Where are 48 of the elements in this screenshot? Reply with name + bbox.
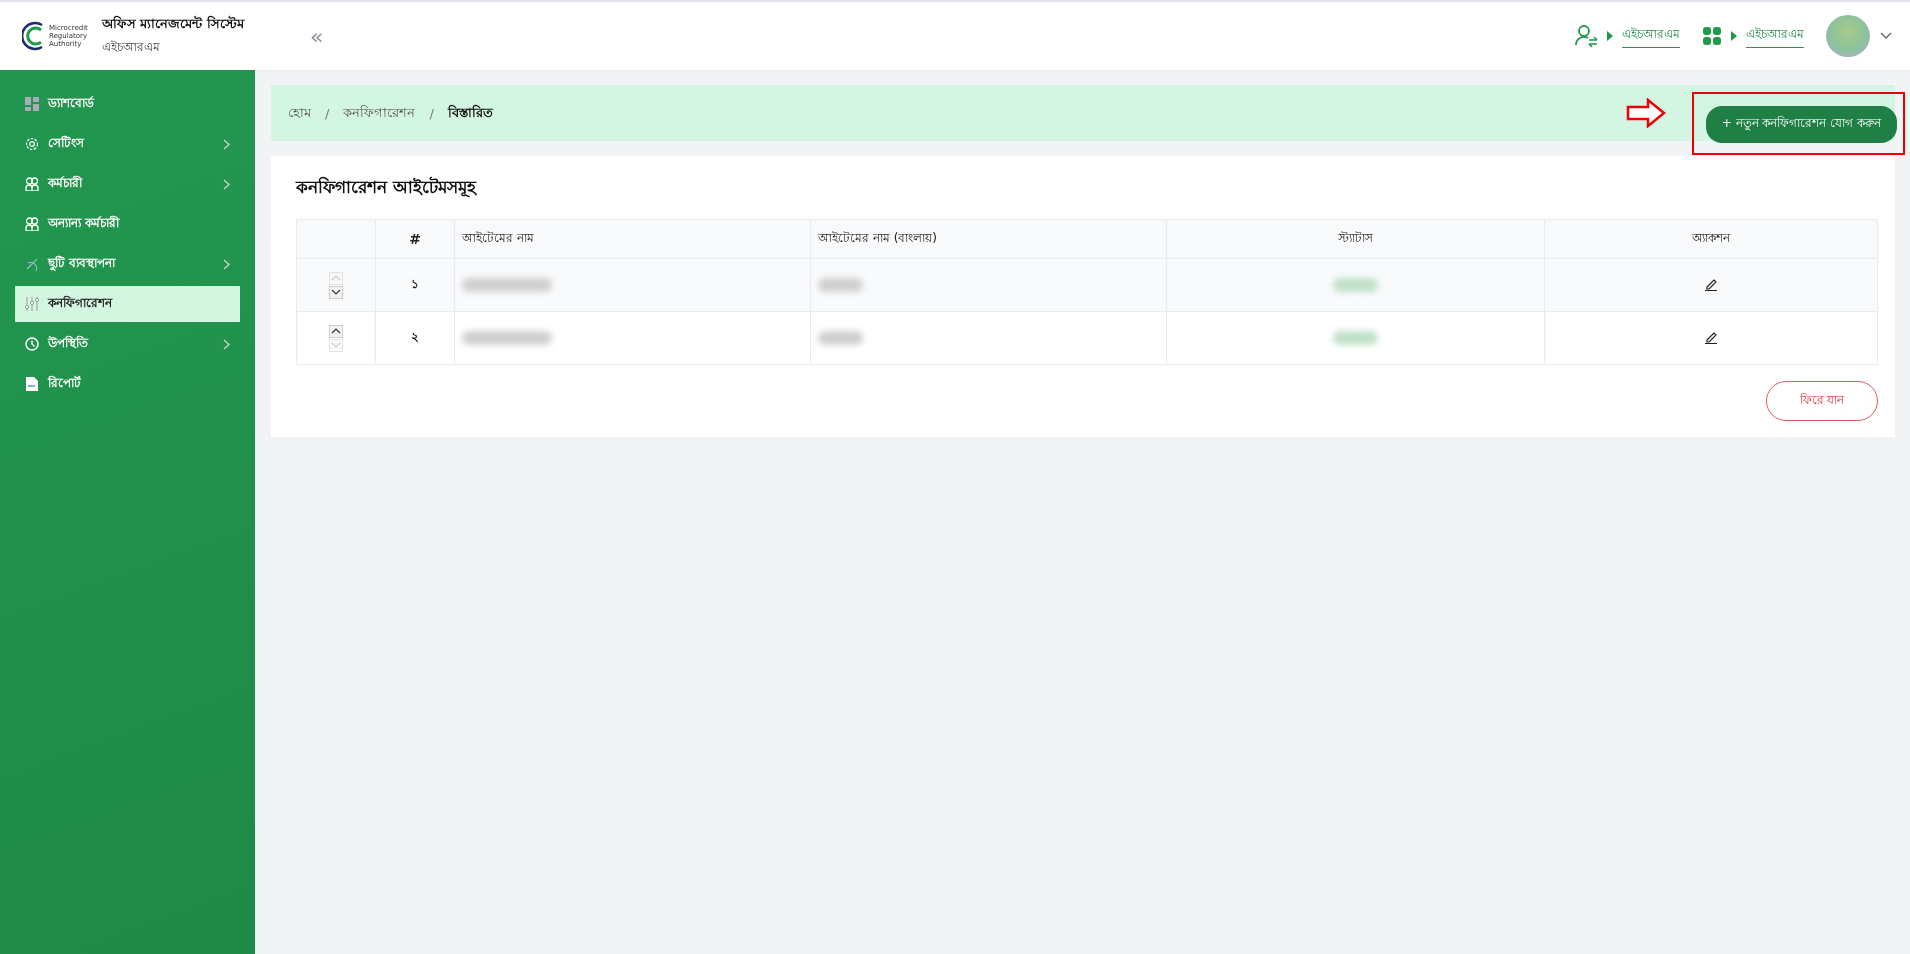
sidebar-item[interactable]: সেটিংস — [15, 126, 240, 162]
collapse-sidebar-button[interactable]: « — [305, 23, 328, 49]
sidebar-item[interactable]: উপস্থিতি — [15, 326, 240, 362]
blurred-text — [1332, 331, 1378, 346]
app-title: অফিস ম্যানেজমেন্ট সিস্টেম — [101, 14, 244, 33]
back-button[interactable]: ফিরে যান — [1766, 381, 1878, 421]
chevron-down-icon[interactable] — [1880, 32, 1892, 40]
move-down-button[interactable] — [329, 285, 343, 299]
move-up-button[interactable] — [329, 324, 343, 338]
blurred-text — [1332, 278, 1378, 293]
sidebar-item[interactable]: ছুটি ব্যবস্থাপনা — [15, 246, 240, 282]
app-subtitle: এইচআরএম — [101, 39, 161, 56]
column-header: আইটেমের নাম (বাংলায়) — [810, 219, 1167, 259]
sliders-icon — [25, 297, 39, 311]
column-header: আইটেমের নাম — [454, 219, 811, 259]
breadcrumb-link[interactable]: হোম — [288, 102, 311, 124]
caret-icon — [1731, 31, 1737, 41]
breadcrumb-link[interactable]: কনফিগারেশন — [343, 102, 416, 124]
sidebar-item[interactable]: রিপোর্ট — [15, 366, 240, 402]
sidebar-item[interactable]: অন্যান্য কর্মচারী — [15, 206, 240, 242]
column-header: # — [375, 219, 455, 259]
column-header: স্ট্যাটাস — [1166, 219, 1544, 259]
grid-icon[interactable] — [1702, 26, 1722, 46]
breadcrumb-separator: / — [325, 105, 330, 121]
sidebar-item[interactable]: কর্মচারী — [15, 166, 240, 202]
module-link[interactable]: এইচআরএম — [1622, 24, 1680, 48]
people-icon — [25, 217, 39, 231]
umbrella-icon — [25, 257, 39, 271]
caret-icon — [1607, 31, 1613, 41]
table-cell: ২ — [375, 311, 455, 365]
add-configuration-button[interactable]: + নতুন কনফিগারেশন যোগ করুন — [1705, 105, 1897, 143]
breadcrumb-current: বিস্তারিত — [447, 103, 493, 122]
module-link[interactable]: এইচআরএম — [1746, 24, 1804, 48]
arrow-icon — [1625, 98, 1666, 128]
blurred-text — [818, 331, 863, 346]
card-title: কনফিগারেশন আইটেমসমূহ — [296, 175, 478, 200]
breadcrumb-separator: / — [429, 105, 434, 121]
gear-icon — [25, 137, 39, 151]
table-cell: ১ — [375, 258, 455, 312]
column-header: অ্যাকশন — [1544, 219, 1878, 259]
people-icon — [25, 177, 39, 191]
clock-icon — [25, 337, 39, 351]
blurred-text — [818, 278, 863, 293]
sidebar-item[interactable]: ড্যাশবোর্ড — [15, 86, 240, 122]
user-switch-icon[interactable] — [1574, 24, 1598, 48]
document-icon — [25, 377, 39, 391]
dashboard-icon — [25, 97, 39, 111]
sidebar-item[interactable]: কনফিগারেশন — [15, 286, 240, 322]
